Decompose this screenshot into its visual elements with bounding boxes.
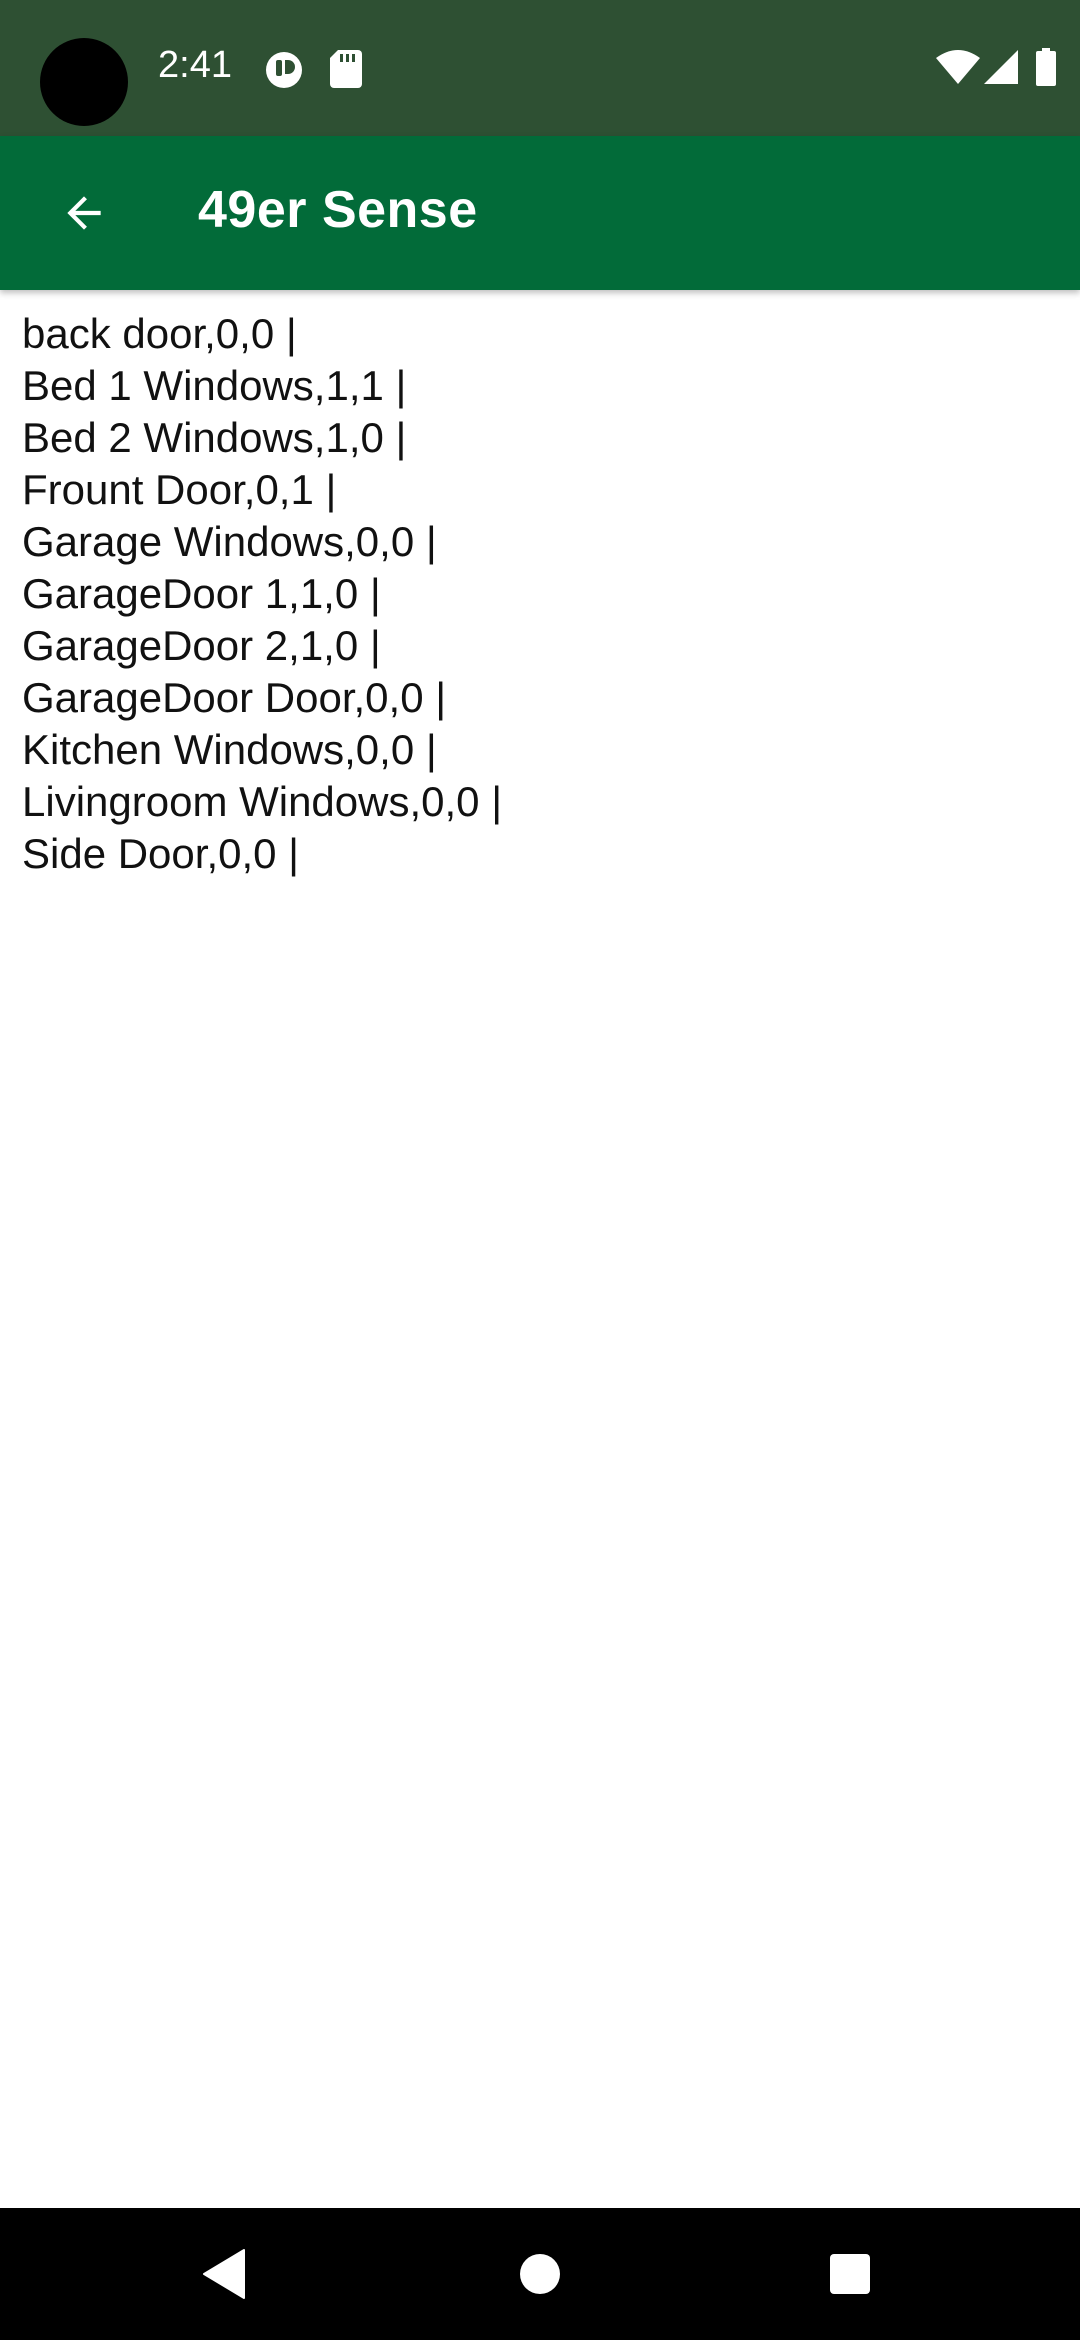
camera-cutout — [40, 38, 128, 126]
list-item: Bed 2 Windows,1,0 | — [22, 414, 407, 461]
system-nav-bar — [0, 2208, 1080, 2340]
recents-square-icon — [830, 2254, 870, 2294]
list-item: back door,0,0 | — [22, 310, 297, 357]
page-title: 49er Sense — [198, 181, 478, 239]
list-item: Bed 1 Windows,1,1 | — [22, 362, 407, 409]
home-circle-icon — [520, 2254, 560, 2294]
nav-recents-button[interactable] — [822, 2246, 878, 2302]
arrow-back-icon — [67, 196, 101, 230]
list-item: Kitchen Windows,0,0 | — [22, 726, 437, 773]
cell-signal-icon — [984, 50, 1018, 89]
back-button[interactable] — [36, 165, 132, 261]
sd-card-icon — [330, 50, 362, 93]
nav-back-button[interactable] — [198, 2246, 254, 2302]
list-item: Garage Windows,0,0 | — [22, 518, 437, 565]
notification-icon — [264, 50, 304, 95]
list-item: Livingroom Windows,0,0 | — [22, 778, 503, 825]
sensor-list: back door,0,0 | Bed 1 Windows,1,1 | Bed … — [22, 308, 1062, 880]
list-item: GarageDoor Door,0,0 | — [22, 674, 447, 721]
battery-icon — [1036, 48, 1056, 91]
list-item: Side Door,0,0 | — [22, 830, 300, 877]
list-item: GarageDoor 1,1,0 | — [22, 570, 381, 617]
back-triangle-icon — [203, 2249, 245, 2299]
list-item: Frount Door,0,1 | — [22, 466, 337, 513]
list-item: GarageDoor 2,1,0 | — [22, 622, 381, 669]
status-bar: 2:41 — [0, 0, 1080, 136]
status-time: 2:41 — [158, 44, 232, 86]
wifi-icon — [936, 50, 980, 89]
nav-home-button[interactable] — [512, 2246, 568, 2302]
app-bar: 49er Sense — [0, 136, 1080, 290]
